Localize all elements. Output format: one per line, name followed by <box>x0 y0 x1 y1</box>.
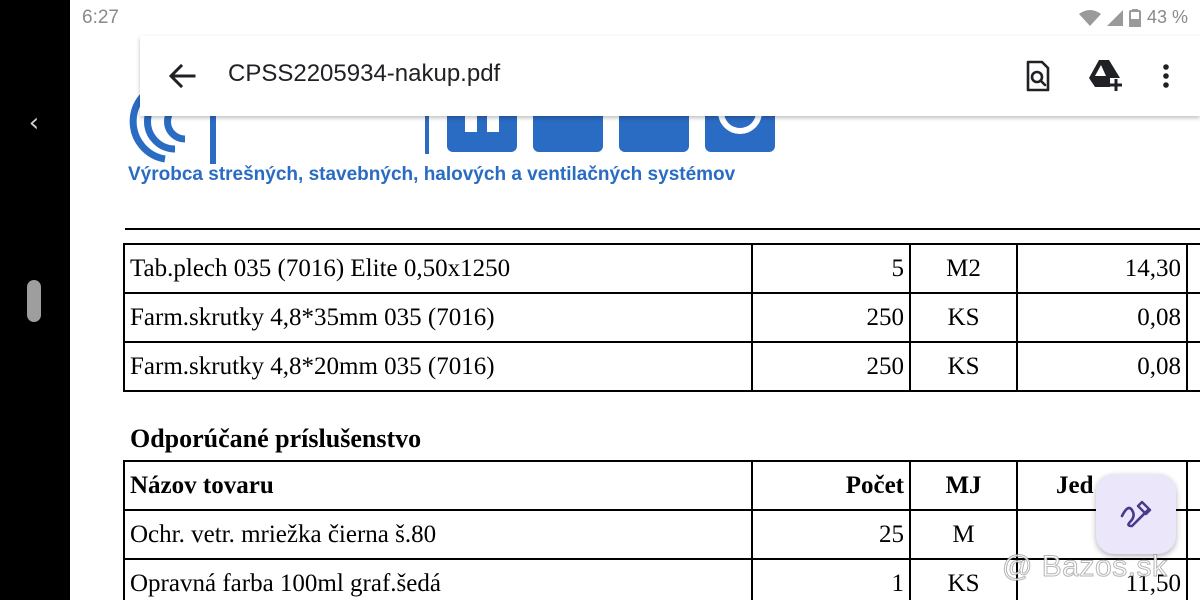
item-name: Farm.skrutky 4,8*20mm 035 (7016) <box>123 341 753 392</box>
header-name: Názov tovaru <box>123 460 753 511</box>
table-header-row: Názov tovaru Počet MJ Jed <box>123 460 1200 511</box>
item-qty: 25 <box>751 509 911 560</box>
item-price: 0,08 <box>1016 341 1188 392</box>
side-drag-handle[interactable] <box>27 280 41 322</box>
status-bar: 6:27 43 % <box>70 0 1200 36</box>
item-qty: 5 <box>751 243 911 294</box>
system-nav-strip: ‹ <box>0 0 70 600</box>
bazos-watermark: @ Bazos.sk <box>1002 550 1168 584</box>
status-icons: 43 % <box>1078 7 1188 28</box>
item-unit: KS <box>909 341 1018 392</box>
section-title: Odporúčané príslušenstvo <box>130 424 422 453</box>
item-extra <box>1186 341 1200 392</box>
table-row: Farm.skrutky 4,8*35mm 035 (7016) 250 KS … <box>123 292 1200 343</box>
item-qty: 1 <box>751 558 911 600</box>
add-to-drive-icon[interactable] <box>1086 56 1124 94</box>
item-unit: M2 <box>909 243 1018 294</box>
header-extra <box>1186 460 1200 511</box>
signal-icon <box>1106 9 1123 26</box>
find-in-page-icon[interactable] <box>1020 58 1056 94</box>
more-vert-icon[interactable] <box>1154 58 1178 94</box>
battery-icon <box>1128 8 1141 27</box>
item-unit: KS <box>909 558 1018 600</box>
status-time: 6:27 <box>82 7 119 28</box>
document-title: CPSS2205934-nakup.pdf <box>228 60 501 87</box>
item-qty: 250 <box>751 341 911 392</box>
top-app-bar: CPSS2205934-nakup.pdf <box>140 36 1200 116</box>
item-name: Ochr. vetr. mriežka čierna š.80 <box>123 509 753 560</box>
table-row: Farm.skrutky 4,8*20mm 035 (7016) 250 KS … <box>123 341 1200 392</box>
item-price: 0,08 <box>1016 292 1188 343</box>
items-table: Tab.plech 035 (7016) Elite 0,50x1250 5 M… <box>123 243 1200 392</box>
wifi-icon <box>1078 9 1101 26</box>
item-extra <box>1186 509 1200 560</box>
header-divider <box>125 228 1200 230</box>
edit-annotate-icon <box>1120 500 1152 528</box>
item-name: Tab.plech 035 (7016) Elite 0,50x1250 <box>123 243 753 294</box>
header-qty: Počet <box>751 460 911 511</box>
item-extra <box>1186 292 1200 343</box>
item-name: Farm.skrutky 4,8*35mm 035 (7016) <box>123 292 753 343</box>
item-extra <box>1186 243 1200 294</box>
battery-percent: 43 % <box>1146 7 1188 27</box>
item-price: 14,30 <box>1016 243 1188 294</box>
item-qty: 250 <box>751 292 911 343</box>
table-row: Tab.plech 035 (7016) Elite 0,50x1250 5 M… <box>123 243 1200 294</box>
item-extra <box>1186 558 1200 600</box>
back-arrow-icon[interactable] <box>164 58 200 94</box>
item-name: Opravná farba 100ml graf.šedá <box>123 558 753 600</box>
item-unit: M <box>909 509 1018 560</box>
pdf-page[interactable]: Výrobca strešných, stavebných, halových … <box>70 36 1200 600</box>
item-unit: KS <box>909 292 1018 343</box>
company-tagline: Výrobca strešných, stavebných, halových … <box>128 164 736 185</box>
annotate-fab[interactable] <box>1096 474 1176 554</box>
header-unit: MJ <box>909 460 1018 511</box>
system-back-chevron-icon[interactable]: ‹ <box>22 108 46 138</box>
